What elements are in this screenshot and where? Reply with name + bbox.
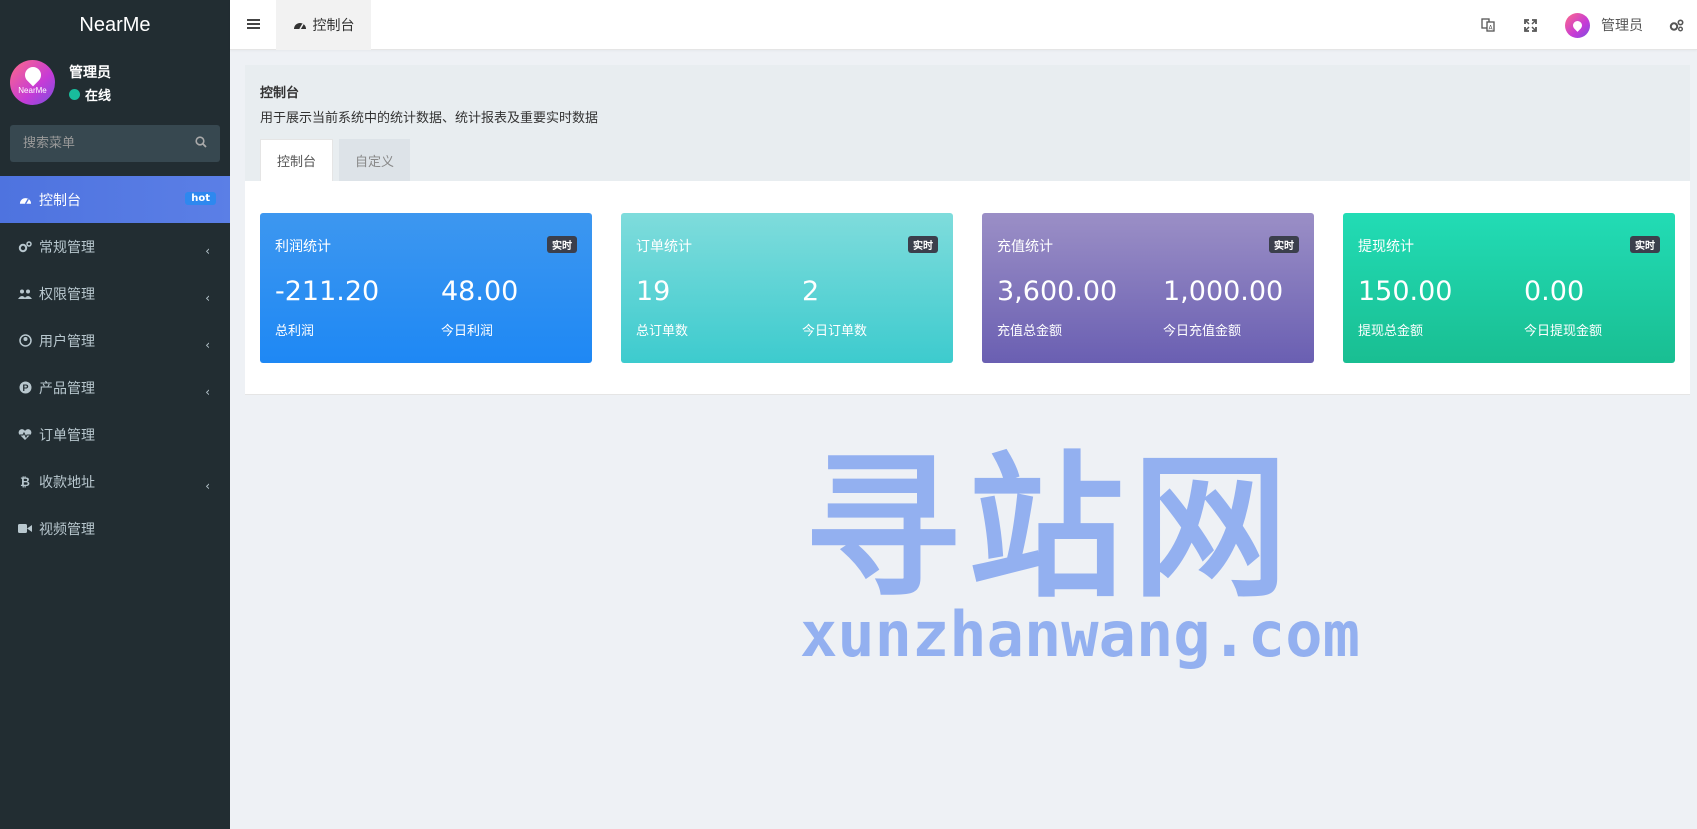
user-panel: NearMe 管理员 在线 [0, 50, 230, 115]
realtime-badge: 实时 [1269, 236, 1299, 253]
sidebar-item-orders[interactable]: 订单管理 [0, 411, 230, 458]
card-today-label: 今日提现金额 [1524, 324, 1603, 339]
user-circle-icon [17, 333, 33, 349]
stat-cards: 利润统计 实时 -211.20 48.00 总利润 今日利润 订单统计 实时 1… [260, 213, 1675, 363]
group-icon [17, 286, 33, 302]
user-status: 在线 [69, 85, 111, 104]
sidebar-item-payment-address[interactable]: ₿ 收款地址 ‹ [0, 458, 230, 505]
search-icon[interactable] [195, 136, 207, 148]
stat-card-orders: 订单统计 实时 19 2 总订单数 今日订单数 [621, 213, 953, 363]
online-dot-icon [69, 89, 80, 100]
card-total-value: 19 [636, 276, 671, 307]
avatar [1565, 12, 1590, 38]
chevron-left-icon: ‹ [205, 291, 210, 305]
chevron-left-icon: ‹ [205, 479, 210, 493]
sidebar-item-general[interactable]: 常规管理 ‹ [0, 223, 230, 270]
bitcoin-icon: ₿ [17, 474, 33, 490]
topbar-right: A 管理员 [1467, 0, 1697, 50]
card-total-label: 总订单数 [636, 324, 689, 339]
sidebar-item-dashboard[interactable]: 控制台 hot [0, 176, 230, 223]
chevron-left-icon: ‹ [205, 338, 210, 352]
panel-tabs: 控制台 自定义 [260, 139, 416, 181]
stat-card-recharge: 充值统计 实时 3,600.00 1,000.00 充值总金额 今日充值金额 [982, 213, 1314, 363]
hot-badge: hot [185, 192, 216, 205]
watermark-url: xunzhanwang.com [800, 598, 1360, 671]
panel-body: 利润统计 实时 -211.20 48.00 总利润 今日利润 订单统计 实时 1… [245, 181, 1690, 395]
card-total-label: 充值总金额 [997, 324, 1063, 339]
sidebar-item-permissions[interactable]: 权限管理 ‹ [0, 270, 230, 317]
sidebar-item-label: 用户管理 [39, 333, 95, 350]
avatar: NearMe [10, 60, 55, 105]
card-today-value: 48.00 [441, 276, 519, 307]
card-total-label: 总利润 [275, 324, 315, 339]
hamburger-menu-icon[interactable] [247, 16, 261, 32]
page-title: 控制台 [260, 86, 300, 101]
fullscreen-icon[interactable] [1509, 0, 1551, 50]
card-today-value: 2 [802, 276, 820, 307]
panel-heading: 控制台 用于展示当前系统中的统计数据、统计报表及重要实时数据 控制台 自定义 [245, 65, 1690, 181]
user-name: 管理员 [69, 65, 111, 81]
card-today-label: 今日利润 [441, 324, 494, 339]
search-input[interactable] [10, 125, 220, 162]
main-content: 控制台 用于展示当前系统中的统计数据、统计报表及重要实时数据 控制台 自定义 利… [245, 65, 1690, 395]
svg-text:₿: ₿ [20, 475, 30, 488]
top-navbar: 控制台 A 管理员 [230, 0, 1697, 50]
page-description: 用于展示当前系统中的统计数据、统计报表及重要实时数据 [260, 111, 599, 126]
sidebar-item-label: 订单管理 [39, 427, 95, 444]
tab-dashboard[interactable]: 控制台 [276, 0, 371, 50]
card-total-value: 150.00 [1358, 276, 1453, 307]
sidebar-item-products[interactable]: P 产品管理 ‹ [0, 364, 230, 411]
stat-card-profit: 利润统计 实时 -211.20 48.00 总利润 今日利润 [260, 213, 592, 363]
sidebar-item-label: 产品管理 [39, 380, 95, 397]
sidebar-item-label: 控制台 [39, 192, 81, 209]
sidebar-item-label: 权限管理 [39, 286, 95, 303]
realtime-badge: 实时 [547, 236, 577, 253]
realtime-badge: 实时 [1630, 236, 1660, 253]
product-p-icon: P [17, 380, 33, 396]
brand-logo[interactable]: NearMe [0, 0, 230, 50]
topbar-user-menu[interactable]: 管理员 [1551, 0, 1655, 50]
card-total-value: -211.20 [275, 276, 380, 307]
card-total-value: 3,600.00 [997, 276, 1118, 307]
dashboard-icon [293, 23, 306, 30]
card-today-label: 今日充值金额 [1163, 324, 1242, 339]
sidebar: NearMe NearMe 管理员 在线 控制台 hot 常规管理 ‹ [0, 0, 230, 829]
gears-icon[interactable] [1655, 0, 1697, 50]
card-title: 订单统计 [636, 239, 692, 255]
sidebar-item-users[interactable]: 用户管理 ‹ [0, 317, 230, 364]
card-today-value: 0.00 [1524, 276, 1585, 307]
sidebar-item-videos[interactable]: 视频管理 [0, 505, 230, 552]
card-title: 充值统计 [997, 239, 1053, 255]
card-title: 利润统计 [275, 239, 331, 255]
realtime-badge: 实时 [908, 236, 938, 253]
menu-search [10, 125, 220, 162]
translate-icon[interactable]: A [1467, 0, 1509, 50]
chevron-left-icon: ‹ [205, 244, 210, 258]
sidebar-item-label: 视频管理 [39, 521, 95, 538]
heartbeat-icon [17, 427, 33, 443]
watermark: 寻站网 xunzhanwang.com [800, 437, 1360, 671]
watermark-text: 寻站网 [804, 437, 1296, 619]
card-title: 提现统计 [1358, 239, 1414, 255]
stat-card-withdrawal: 提现统计 实时 150.00 0.00 提现总金额 今日提现金额 [1343, 213, 1675, 363]
tab-dashboard[interactable]: 控制台 [260, 139, 334, 181]
cogs-icon [17, 239, 33, 255]
svg-text:P: P [22, 383, 28, 393]
tab-custom[interactable]: 自定义 [339, 139, 411, 181]
sidebar-item-label: 常规管理 [39, 239, 95, 256]
card-total-label: 提现总金额 [1358, 324, 1424, 339]
video-camera-icon [17, 521, 33, 537]
sidebar-menu: 控制台 hot 常规管理 ‹ 权限管理 ‹ 用户管理 ‹ P 产品管理 ‹ 订单… [0, 176, 230, 552]
card-today-value: 1,000.00 [1163, 276, 1284, 307]
chevron-left-icon: ‹ [205, 385, 210, 399]
dashboard-icon [17, 192, 33, 208]
sidebar-item-label: 收款地址 [39, 474, 95, 491]
topbar-user-name: 管理员 [1601, 18, 1643, 34]
card-today-label: 今日订单数 [802, 324, 868, 339]
